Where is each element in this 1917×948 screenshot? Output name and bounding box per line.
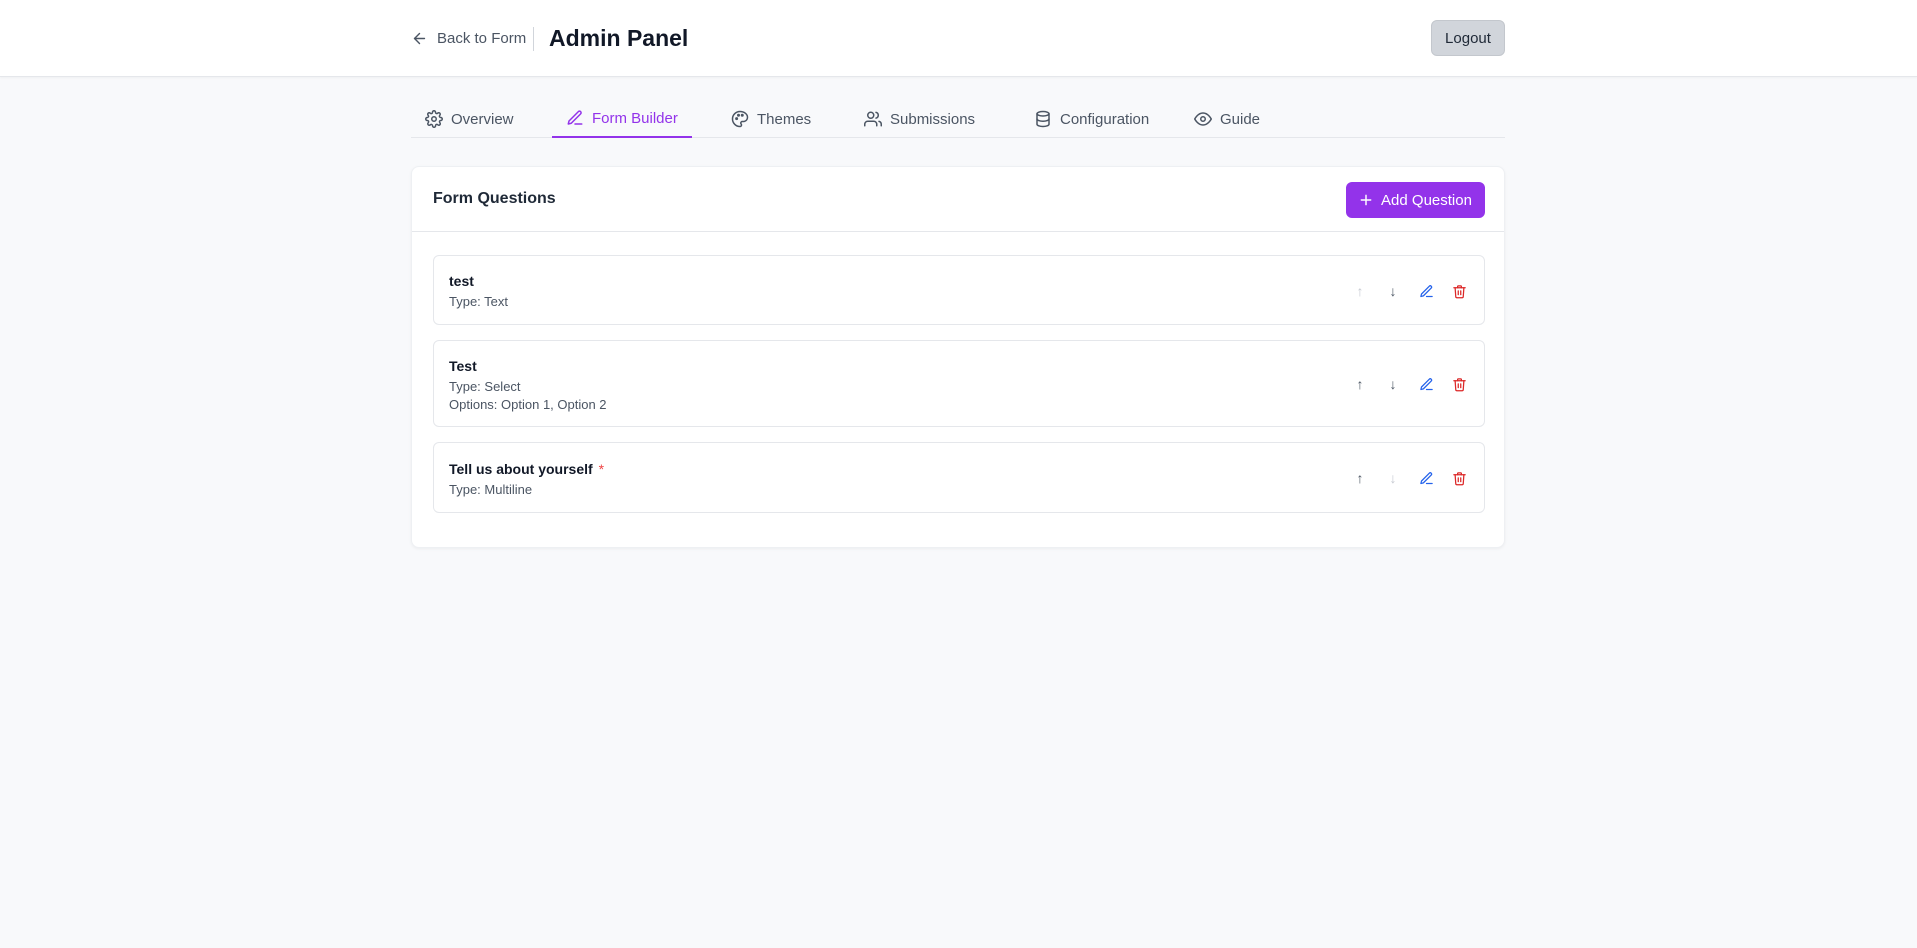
eye-icon	[1194, 112, 1212, 126]
tab-form-builder-label: Form Builder	[592, 109, 678, 127]
tab-submissions-label: Submissions	[890, 110, 976, 128]
tab-themes-label: Themes	[757, 110, 812, 128]
question-title: Tell us about yourself *	[449, 461, 604, 477]
form-questions-panel: Form Questions Add Question test Type: T…	[411, 166, 1505, 548]
question-card: Test Type: Select Options: Option 1, Opt…	[433, 340, 1485, 427]
back-to-form-link[interactable]: Back to Form	[411, 27, 526, 49]
add-question-label: Add Question	[1381, 191, 1472, 209]
move-up-button[interactable]: ↑	[1349, 467, 1371, 489]
move-down-button[interactable]: ↓	[1382, 467, 1404, 489]
tab-guide-label: Guide	[1220, 110, 1261, 128]
delete-question-button[interactable]	[1448, 280, 1470, 302]
pencil-icon	[1419, 377, 1433, 390]
tab-bar: Overview Form Builder Themes Submissions…	[411, 100, 1505, 138]
question-card: Tell us about yourself * Type: Multiline …	[433, 442, 1485, 513]
question-title-text: Test	[449, 358, 477, 374]
header-divider	[533, 27, 534, 51]
required-marker: *	[598, 461, 605, 477]
delete-question-button[interactable]	[1448, 373, 1470, 395]
edit-question-button[interactable]	[1415, 373, 1437, 395]
move-up-button[interactable]: ↑	[1349, 280, 1371, 302]
users-icon	[864, 111, 882, 127]
panel-title: Form Questions	[433, 190, 556, 207]
arrow-left-icon	[413, 32, 426, 44]
move-down-button[interactable]: ↓	[1382, 280, 1404, 302]
question-title-text: test	[449, 273, 474, 289]
trash-icon	[1452, 377, 1466, 391]
question-title: test	[449, 273, 474, 289]
palette-icon	[731, 110, 749, 128]
question-options: Options: Option 1, Option 2	[449, 397, 607, 412]
tab-submissions[interactable]: Submissions	[850, 100, 989, 138]
edit-question-button[interactable]	[1415, 467, 1437, 489]
pencil-icon	[1419, 284, 1433, 297]
question-actions: ↑ ↓	[1338, 373, 1470, 395]
question-type: Type: Multiline	[449, 482, 533, 497]
question-actions: ↑ ↓	[1338, 280, 1470, 302]
question-title: Test	[449, 358, 477, 374]
tab-guide[interactable]: Guide	[1180, 100, 1274, 138]
page-title: Admin Panel	[549, 25, 689, 51]
move-up-button[interactable]: ↑	[1349, 373, 1371, 395]
gear-icon	[425, 110, 443, 128]
tab-configuration-label: Configuration	[1060, 110, 1150, 128]
tab-overview-label: Overview	[451, 110, 514, 128]
question-type: Type: Text	[449, 294, 509, 309]
trash-icon	[1452, 471, 1466, 485]
pencil-icon	[1419, 471, 1433, 484]
tab-overview[interactable]: Overview	[411, 100, 528, 138]
back-to-form-label: Back to Form	[437, 29, 527, 47]
question-card: test Type: Text ↑ ↓	[433, 255, 1485, 325]
question-type: Type: Select	[449, 379, 521, 394]
delete-question-button[interactable]	[1448, 467, 1470, 489]
pencil-icon	[567, 110, 583, 125]
tab-themes[interactable]: Themes	[717, 100, 825, 138]
logout-button[interactable]: Logout	[1431, 20, 1505, 56]
tab-form-builder[interactable]: Form Builder	[552, 100, 692, 138]
question-actions: ↑ ↓	[1338, 467, 1470, 489]
panel-header: Form Questions Add Question	[412, 167, 1504, 232]
trash-icon	[1452, 284, 1466, 298]
add-question-button[interactable]: Add Question	[1346, 182, 1485, 218]
question-title-text: Tell us about yourself	[449, 461, 593, 477]
top-bar: Back to Form Admin Panel Logout	[0, 0, 1917, 77]
plus-icon	[1360, 194, 1372, 206]
move-down-button[interactable]: ↓	[1382, 373, 1404, 395]
edit-question-button[interactable]	[1415, 280, 1437, 302]
database-icon	[1036, 110, 1050, 128]
tab-configuration[interactable]: Configuration	[1020, 100, 1163, 138]
